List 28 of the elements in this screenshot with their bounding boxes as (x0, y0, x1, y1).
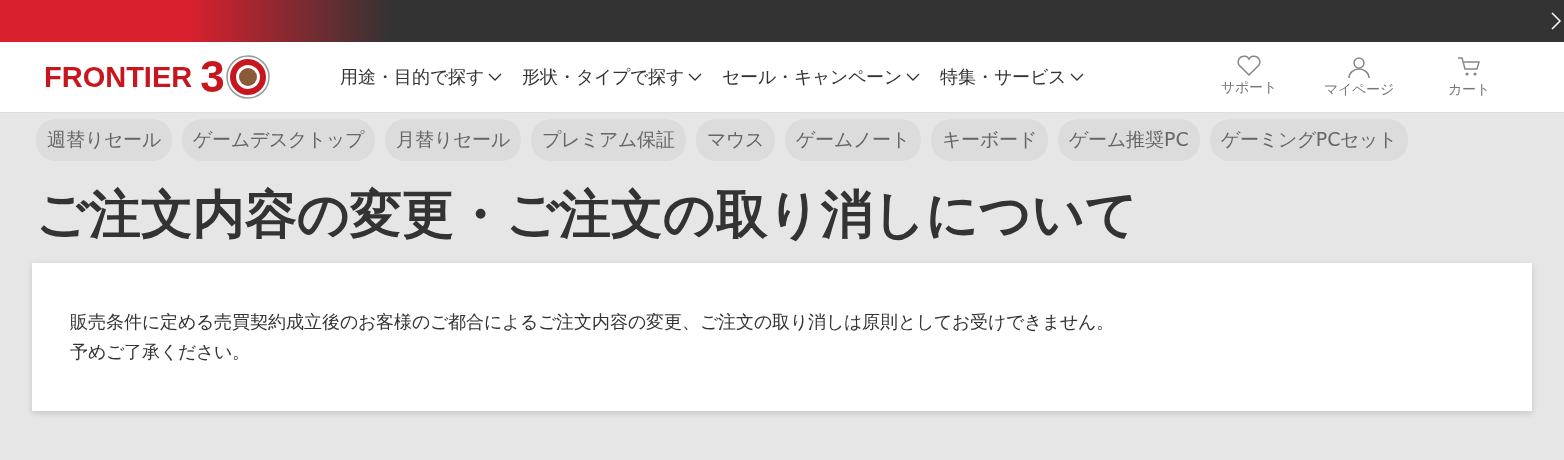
page-title: ご注文内容の変更・ご注文の取り消しについて (36, 183, 1139, 246)
nav-menu[interactable]: セール・キャンペーン (718, 65, 924, 89)
tag-link[interactable]: ゲームノート (785, 119, 921, 161)
tag-link[interactable]: 週替りセール (36, 119, 172, 161)
tag-link[interactable]: マウス (696, 119, 775, 161)
header-link[interactable]: マイページ (1304, 55, 1414, 99)
tag-link[interactable]: ゲーム推奨PC (1058, 119, 1200, 161)
tag-link[interactable]: 月替りセール (385, 119, 521, 161)
header-link[interactable]: カート (1414, 55, 1524, 99)
tag-link[interactable]: プレミアム保証 (531, 119, 686, 161)
tag-link[interactable]: ゲーミングPCセット (1209, 119, 1409, 161)
person-icon (1347, 55, 1371, 79)
logo-number[interactable]: 3 (200, 55, 225, 99)
emblem-icon (224, 54, 271, 100)
heart-icon (1236, 55, 1262, 77)
chevron-down-icon (488, 73, 502, 81)
chevron-down-icon (906, 73, 920, 81)
header-link[interactable]: サポート (1194, 55, 1304, 99)
nav-menu[interactable]: 特集・サービス (936, 65, 1088, 89)
notice-text: 予めご了承ください。 (70, 341, 251, 365)
tag-link[interactable]: キーボード (931, 119, 1048, 161)
notice-text: 販売条件に定める売買契約成立後のお客様のご都合によるご注文内容の変更、ご注文の取り消しは原則としてお受けできません。 (70, 311, 1115, 335)
chevron-down-icon (1070, 73, 1084, 81)
tag-link[interactable]: ゲームデスクトップ (182, 119, 375, 161)
logo-text[interactable]: FRONTIER (44, 60, 193, 94)
nav-menu[interactable]: 用途・目的で探す (336, 65, 506, 89)
chevron-down-icon (688, 73, 702, 81)
nav-menu[interactable]: 形状・タイプで探す (518, 65, 706, 89)
